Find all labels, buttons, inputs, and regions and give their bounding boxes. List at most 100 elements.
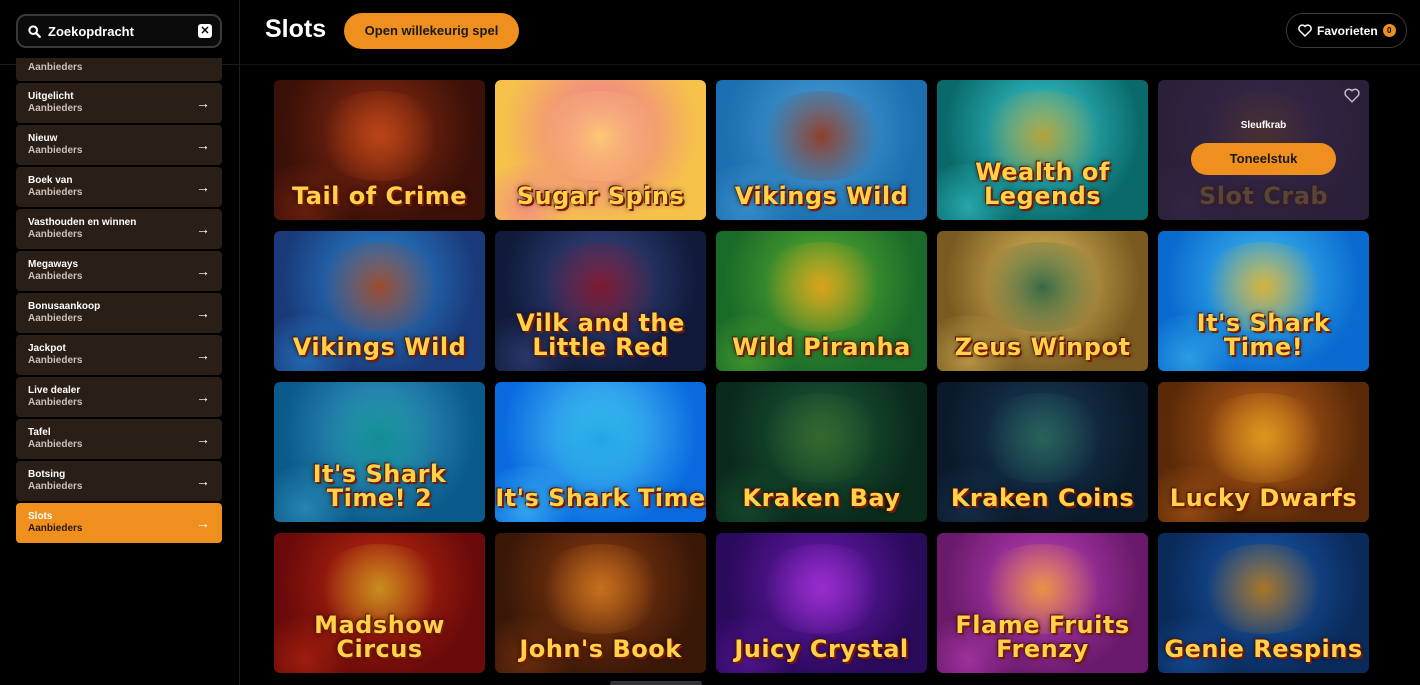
arrow-right-icon: → (196, 263, 210, 279)
sidebar-item-slots[interactable]: Slots Aanbieders → (16, 503, 222, 543)
games-grid: Tail of Crime Sugar Spins Vikings Wild Weal… (274, 80, 1369, 673)
game-logo: Wealth of Legends (975, 158, 1110, 210)
game-tile[interactable]: It's Shark Time (495, 382, 706, 522)
game-tile[interactable]: Vikings Wild (716, 80, 927, 220)
game-tile[interactable]: Vikings Wild (274, 231, 485, 371)
clear-search-icon[interactable]: ✕ (198, 24, 212, 38)
game-tile[interactable]: Flame Fruits Frenzy (937, 533, 1148, 673)
game-tile[interactable]: John's Book (495, 533, 706, 673)
game-logo: Tail of Crime (291, 182, 468, 210)
game-tile[interactable]: Lucky Dwarfs (1158, 382, 1369, 522)
game-logo: Kraken Coins (950, 484, 1135, 512)
sidebar-item-sublabel: Aanbieders (28, 439, 83, 450)
sidebar-item-sublabel: Aanbieders (28, 271, 83, 282)
sidebar-item-live-dealer[interactable]: Live dealer Aanbieders → (16, 377, 222, 417)
game-tile[interactable]: It's Shark Time! (1158, 231, 1369, 371)
game-tile[interactable]: Genie Respins (1158, 533, 1369, 673)
heart-icon[interactable] (1344, 88, 1360, 108)
search-icon (26, 23, 42, 39)
sidebar-item-nieuw[interactable]: Nieuw Aanbieders → (16, 125, 222, 165)
sidebar-item-label: Botsing (28, 469, 66, 480)
game-art (753, 91, 889, 181)
game-art (311, 91, 447, 181)
play-button[interactable]: Toneelstuk (1191, 143, 1336, 175)
sidebar-item-label: Vasthouden en winnen (28, 217, 137, 228)
sidebar-item-tafel[interactable]: Tafel Aanbieders → (16, 419, 222, 459)
game-tile[interactable]: Kraken Bay (716, 382, 927, 522)
sidebar-item-label: Boek van (28, 175, 73, 186)
game-tile[interactable]: Slot CrabSleufkrabToneelstuk (1158, 80, 1369, 220)
game-logo: Vikings Wild (734, 182, 909, 210)
arrow-right-icon: → (196, 179, 210, 195)
heart-icon (1298, 24, 1312, 37)
game-art (1195, 544, 1331, 634)
sidebar-item-sublabel: Aanbieders (28, 187, 83, 198)
game-tile[interactable]: Kraken Coins (937, 382, 1148, 522)
game-art (753, 242, 889, 332)
search-box[interactable]: Zoekopdracht ✕ (16, 14, 222, 48)
sidebar-item-sublabel: Aanbieders (28, 103, 83, 114)
sidebar-item-uitgelicht[interactable]: Uitgelicht Aanbieders → (16, 83, 222, 123)
game-tile[interactable]: Juicy Crystal (716, 533, 927, 673)
arrow-right-icon: → (196, 515, 210, 531)
sidebar-item-sublabel: Aanbieders (28, 62, 83, 73)
game-tile[interactable]: Zeus Winpot (937, 231, 1148, 371)
sidebar-item-botsing[interactable]: Botsing Aanbieders → (16, 461, 222, 501)
search-input[interactable]: Zoekopdracht (48, 24, 198, 39)
game-tile[interactable]: Tail of Crime (274, 80, 485, 220)
game-art (532, 544, 668, 634)
sidebar-item-jackpot[interactable]: Jackpot Aanbieders → (16, 335, 222, 375)
sidebar-item-megaways[interactable]: Megaways Aanbieders → (16, 251, 222, 291)
sidebar-item-sublabel: Aanbieders (28, 523, 83, 534)
sidebar-item-sublabel: Aanbieders (28, 229, 83, 240)
game-art (753, 544, 889, 634)
random-game-button[interactable]: Open willekeurig spel (344, 13, 519, 49)
game-tile[interactable]: Madshow Circus (274, 533, 485, 673)
game-logo: John's Book (519, 635, 682, 663)
arrow-right-icon: → (196, 431, 210, 447)
arrow-right-icon: → (196, 305, 210, 321)
game-tile[interactable]: Vilk and the Little Red (495, 231, 706, 371)
game-logo: Wild Piranha (732, 333, 911, 361)
game-tile[interactable]: Sugar Spins (495, 80, 706, 220)
arrow-right-icon: → (196, 221, 210, 237)
game-provider: Sleufkrab (1240, 120, 1287, 131)
game-tile[interactable]: Wealth of Legends (937, 80, 1148, 220)
sidebar-item-cut-off[interactable]: Aanbieders (16, 58, 222, 81)
game-logo: It's Shark Time! 2 (312, 460, 447, 512)
arrow-right-icon: → (196, 389, 210, 405)
sidebar-item-vasthouden-en-winnen[interactable]: Vasthouden en winnen Aanbieders → (16, 209, 222, 249)
sidebar-item-bonusaankoop[interactable]: Bonusaankoop Aanbieders → (16, 293, 222, 333)
game-art (753, 393, 889, 483)
game-logo: Sugar Spins (516, 182, 685, 210)
sidebar-item-label: Jackpot (28, 343, 66, 354)
favorites-label: Favorieten (1317, 23, 1378, 38)
favorites-button[interactable]: Favorieten 0 (1286, 13, 1407, 48)
page-title: Slots (265, 15, 327, 43)
arrow-right-icon: → (196, 95, 210, 111)
sidebar-item-label: Live dealer (28, 385, 81, 396)
game-art (974, 242, 1110, 332)
sidebar-item-sublabel: Aanbieders (28, 145, 83, 156)
sidebar-item-label: Megaways (28, 259, 79, 270)
game-logo: Vikings Wild (292, 333, 467, 361)
favorites-count-badge: 0 (1382, 24, 1396, 37)
game-logo: Juicy Crystal (734, 635, 909, 663)
arrow-right-icon: → (196, 473, 210, 489)
game-art (311, 242, 447, 332)
sidebar-item-boek-van[interactable]: Boek van Aanbieders → (16, 167, 222, 207)
game-tile[interactable]: Wild Piranha (716, 231, 927, 371)
game-tile[interactable]: It's Shark Time! 2 (274, 382, 485, 522)
game-logo: Zeus Winpot (954, 333, 1131, 361)
category-nav: Aanbieders Uitgelicht Aanbieders → Nieuw Aanb… (16, 58, 222, 545)
game-logo: Kraken Bay (742, 484, 901, 512)
horizontal-scrollbar[interactable] (610, 681, 702, 685)
sidebar-item-sublabel: Aanbieders (28, 397, 83, 408)
header-divider (240, 64, 1420, 65)
sidebar-item-sublabel: Aanbieders (28, 481, 83, 492)
game-art (532, 393, 668, 483)
game-logo: It's Shark Time! (1196, 309, 1331, 361)
sidebar-item-label: Slots (28, 511, 53, 522)
game-logo: Genie Respins (1164, 635, 1363, 663)
sidebar-item-label: Nieuw (28, 133, 58, 144)
